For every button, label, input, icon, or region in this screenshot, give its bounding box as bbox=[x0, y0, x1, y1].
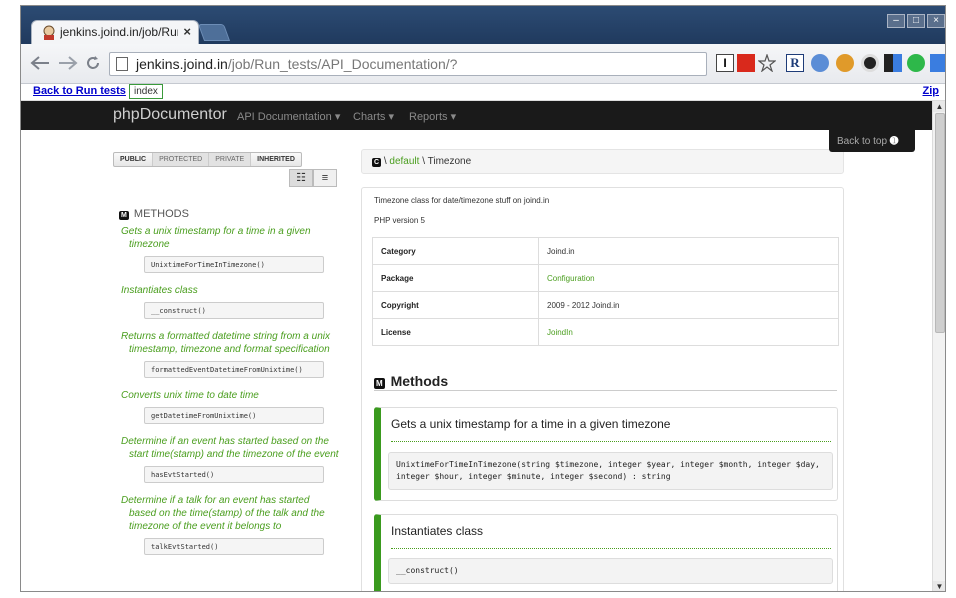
bookmark-star-icon[interactable] bbox=[758, 54, 776, 72]
globe-extension-icon[interactable] bbox=[811, 54, 829, 72]
table-row: License JoindIn bbox=[372, 318, 839, 346]
filter-protected[interactable]: PROTECTED bbox=[153, 153, 210, 166]
method-signature-block: UnixtimeForTimeInTimezone(string $timezo… bbox=[388, 452, 833, 490]
menu-reports[interactable]: Reports ▾ bbox=[409, 110, 456, 123]
scroll-down-arrow-icon[interactable]: ▼ bbox=[933, 581, 945, 591]
package-link[interactable]: Configuration bbox=[547, 274, 595, 283]
minimize-button[interactable]: – bbox=[887, 14, 905, 28]
list-item: Returns a formatted datetime string from… bbox=[121, 330, 339, 378]
menu-charts[interactable]: Charts ▾ bbox=[353, 110, 394, 123]
doc-navbar: phpDocumentor API Documentation ▾ Charts… bbox=[21, 101, 932, 130]
visibility-filter: PUBLIC PROTECTED PRIVATE INHERITED bbox=[113, 152, 302, 167]
page-icon bbox=[116, 57, 128, 71]
browser-toolbar: jenkins.joind.in/job/Run_tests/API_Docum… bbox=[21, 44, 945, 84]
breadcrumb-class: Timezone bbox=[427, 156, 472, 167]
php-version: PHP version 5 bbox=[374, 216, 425, 225]
back-icon[interactable] bbox=[29, 55, 51, 71]
list-view-icon[interactable]: ☷ bbox=[289, 169, 313, 187]
list-item: Determine if an event has started based … bbox=[121, 435, 339, 483]
table-row: Package Configuration bbox=[372, 264, 839, 292]
methods-badge-icon: M bbox=[119, 211, 129, 220]
arrow-up-circle-icon: ➊ bbox=[889, 136, 899, 147]
zip-link[interactable]: Zip bbox=[923, 85, 940, 97]
method-description[interactable]: Returns a formatted datetime string from… bbox=[121, 330, 339, 356]
filter-private[interactable]: PRIVATE bbox=[209, 153, 252, 166]
breadcrumb: C \ default \ Timezone bbox=[361, 149, 844, 174]
browser-window: jenkins.joind.in/job/Run × – □ × jenkins… bbox=[20, 5, 946, 592]
method-signature-block: __construct() bbox=[388, 558, 833, 584]
method-signature[interactable]: getDatetimeFromUnixtime() bbox=[144, 407, 324, 424]
forward-icon[interactable] bbox=[57, 55, 79, 71]
close-window-button[interactable]: × bbox=[927, 14, 945, 28]
method-description[interactable]: Determine if an event has started based … bbox=[121, 435, 339, 461]
menu-api-documentation[interactable]: API Documentation ▾ bbox=[237, 110, 340, 123]
sidebar-method-list: Gets a unix timestamp for a time in a gi… bbox=[121, 225, 339, 566]
list-item: Gets a unix timestamp for a time in a gi… bbox=[121, 225, 339, 273]
scrollbar-thumb[interactable] bbox=[935, 113, 945, 333]
class-description: Timezone class for date/timezone stuff o… bbox=[374, 196, 550, 205]
table-row: Category Joind.in bbox=[372, 237, 839, 265]
url-text: jenkins.joind.in/job/Run_tests/API_Docum… bbox=[136, 56, 458, 72]
method-description[interactable]: Determine if a talk for an event has sta… bbox=[121, 494, 339, 533]
cookie-extension-icon[interactable] bbox=[836, 54, 854, 72]
back-to-top-button[interactable]: Back to top ➊ bbox=[829, 130, 915, 152]
back-to-run-tests-link[interactable]: Back to Run tests bbox=[33, 85, 126, 97]
methods-badge-icon: M bbox=[374, 378, 385, 389]
class-panel: Timezone class for date/timezone stuff o… bbox=[361, 187, 844, 591]
filter-public[interactable]: PUBLIC bbox=[114, 153, 154, 166]
view-toggle: ☷ ≡ bbox=[289, 169, 337, 187]
method-title: Gets a unix timestamp for a time in a gi… bbox=[391, 417, 831, 442]
list-item: Converts unix time to date time getDatet… bbox=[121, 389, 339, 424]
class-badge-icon: C bbox=[372, 158, 382, 167]
method-description[interactable]: Gets a unix timestamp for a time in a gi… bbox=[121, 225, 339, 251]
method-signature[interactable]: hasEvtStarted() bbox=[144, 466, 324, 483]
method-description[interactable]: Converts unix time to date time bbox=[121, 389, 339, 402]
github-extension-icon[interactable] bbox=[861, 54, 879, 72]
method-signature[interactable]: __construct() bbox=[144, 302, 324, 319]
methods-heading: M Methods bbox=[374, 373, 837, 391]
method-signature[interactable]: formattedEventDatetimeFromUnixtime() bbox=[144, 361, 324, 378]
adblock-extension-icon[interactable] bbox=[737, 54, 755, 72]
detail-view-icon[interactable]: ≡ bbox=[313, 169, 337, 187]
screen-extension-icon[interactable] bbox=[930, 54, 945, 72]
vertical-scrollbar[interactable]: ▲ ▼ bbox=[932, 101, 945, 591]
sidebar-methods-heading: M METHODS bbox=[119, 208, 189, 220]
reload-icon[interactable] bbox=[85, 55, 101, 71]
tab-close-icon[interactable]: × bbox=[183, 24, 191, 39]
class-info-table: Category Joind.in Package Configuration … bbox=[372, 237, 839, 346]
list-item: Determine if a talk for an event has sta… bbox=[121, 494, 339, 555]
index-tab[interactable]: index bbox=[129, 84, 163, 99]
browser-tab[interactable]: jenkins.joind.in/job/Run × bbox=[31, 20, 199, 44]
method-title: Instantiates class bbox=[391, 524, 831, 549]
maximize-button[interactable]: □ bbox=[907, 14, 925, 28]
method-signature[interactable]: UnixtimeForTimeInTimezone() bbox=[144, 256, 324, 273]
scroll-up-arrow-icon[interactable]: ▲ bbox=[933, 101, 945, 112]
r-extension-icon[interactable]: R bbox=[786, 54, 804, 72]
method-card: Instantiates class __construct() bbox=[374, 514, 838, 591]
filter-inherited[interactable]: INHERITED bbox=[251, 153, 301, 166]
breadcrumb-namespace-link[interactable]: default bbox=[389, 156, 419, 167]
reader-extension-icon[interactable]: I bbox=[716, 54, 734, 72]
license-link[interactable]: JoindIn bbox=[547, 328, 573, 337]
jenkins-favicon-icon bbox=[43, 25, 55, 40]
tab-title: jenkins.joind.in/job/Run bbox=[60, 25, 178, 39]
delicious-extension-icon[interactable] bbox=[884, 54, 902, 72]
title-bar: jenkins.joind.in/job/Run × – □ × bbox=[21, 6, 945, 44]
list-item: Instantiates class __construct() bbox=[121, 284, 339, 319]
play-extension-icon[interactable] bbox=[907, 54, 925, 72]
method-signature[interactable]: talkEvtStarted() bbox=[144, 538, 324, 555]
method-card: Gets a unix timestamp for a time in a gi… bbox=[374, 407, 838, 501]
method-description[interactable]: Instantiates class bbox=[121, 284, 339, 297]
jenkins-link-bar: Back to Run tests index Zip bbox=[21, 84, 945, 101]
table-row: Copyright 2009 - 2012 Joind.in bbox=[372, 291, 839, 319]
brand-logo[interactable]: phpDocumentor bbox=[113, 106, 227, 124]
new-tab-button[interactable] bbox=[197, 24, 231, 41]
address-bar[interactable]: jenkins.joind.in/job/Run_tests/API_Docum… bbox=[109, 52, 707, 76]
doc-content: PUBLIC PROTECTED PRIVATE INHERITED ☷ ≡ M… bbox=[21, 130, 932, 591]
